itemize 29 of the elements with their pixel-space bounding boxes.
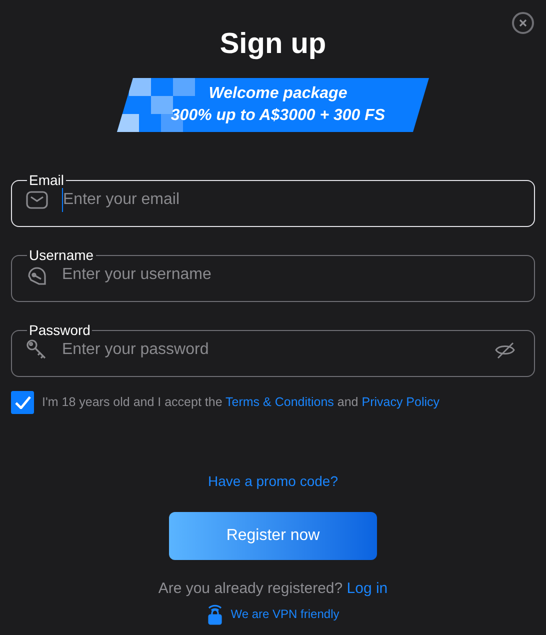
envelope-icon [26,190,48,210]
input-field[interactable]: Password Enter your password [11,322,535,377]
text-input[interactable]: Enter your password [62,338,480,362]
field-label: Email [28,172,66,188]
policy-link[interactable]: Privacy Policy [362,395,440,410]
close-button[interactable] [512,12,534,34]
consent-checkbox[interactable] [11,391,34,414]
field-label: Password [28,322,92,338]
text-input[interactable]: Enter your username [62,263,520,287]
check-icon [14,396,30,409]
banner-headline: Welcome package [208,84,348,104]
close-icon [519,19,527,27]
input-field[interactable]: Email Enter your email [11,172,535,227]
login-link[interactable]: Log in [346,580,388,597]
vpn-note: We are VPN friendly [230,606,340,622]
login-prompt: Are you already registered? Log in [158,579,388,599]
consent-text: I'm 18 years old and I accept the Terms & Conditions and Privacy Policy [42,394,440,412]
eye-slash-icon[interactable] [494,341,516,359]
field-label: Username [28,247,95,263]
helmet-icon [26,264,48,286]
policy-link[interactable]: Terms & Conditions [226,395,334,410]
key-icon [26,339,48,361]
register-button[interactable]: Register now [169,512,377,560]
input-field[interactable]: Username Enter your username [11,247,535,302]
promo-code-link[interactable]: Have a promo code? [208,471,338,492]
text-input[interactable]: Enter your email [62,188,520,212]
wifi-lock-icon [206,602,223,624]
banner-offer: 300% up to A$3000 + 300 FS [170,106,386,126]
page-title: Sign up [220,27,326,62]
